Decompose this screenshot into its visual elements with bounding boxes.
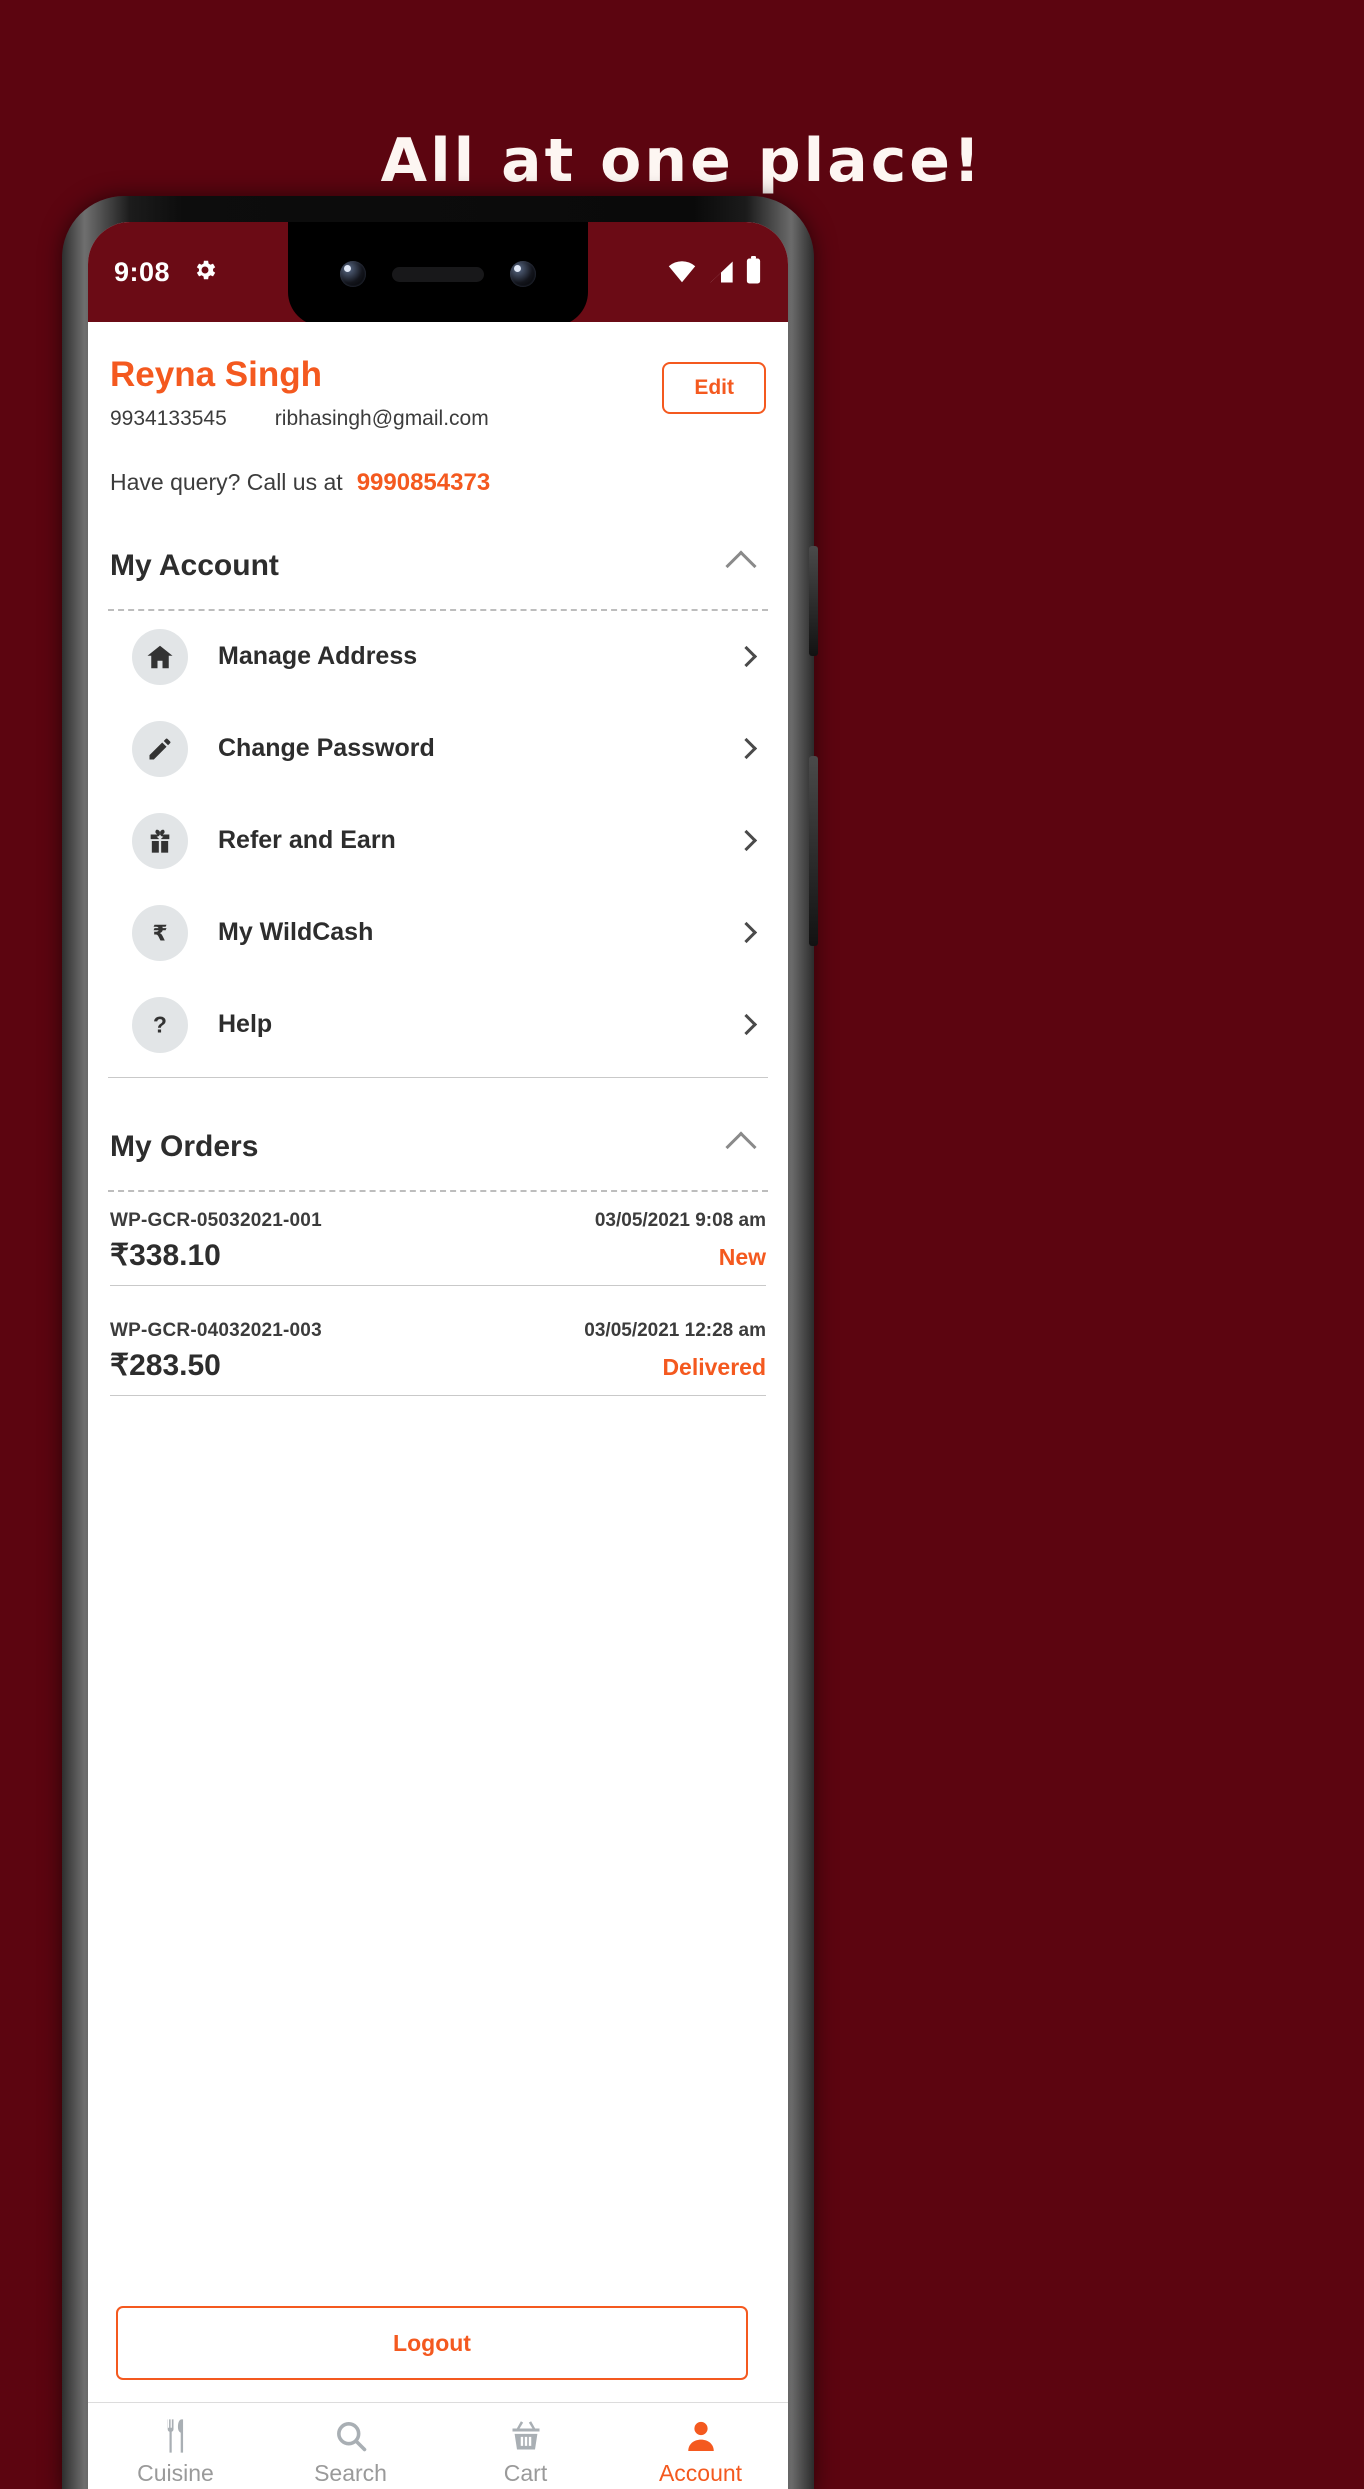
gift-icon (132, 812, 188, 869)
profile-info: Reyna Singh 9934133545 ribhasingh@gmail.… (110, 355, 489, 431)
tab-label: Cart (503, 2460, 548, 2486)
phone-notch (288, 222, 588, 326)
menu-item-manage-address[interactable]: Manage Address (108, 611, 768, 703)
tab-account[interactable]: Account (613, 2403, 788, 2489)
phone-mockup: 9:08 Reyna Singh 9934133545 ribhasingh@g… (62, 196, 818, 2489)
rupee-icon: ₹ (132, 904, 188, 961)
order-status-badge: Delivered (662, 1353, 766, 1380)
order-amount: ₹283.50 (110, 1348, 221, 1382)
cutlery-icon (159, 2418, 193, 2454)
menu-item-label: Change Password (218, 734, 435, 762)
order-status-badge: New (718, 1243, 766, 1270)
order-row[interactable]: WP-GCR-04032021-003 03/05/2021 12:28 am … (108, 1302, 768, 1412)
person-icon (683, 2418, 719, 2454)
chevron-right-icon (735, 737, 758, 760)
profile-phone: 9934133545 (110, 406, 227, 430)
question-mark-icon: ? (132, 996, 188, 1053)
search-icon (333, 2418, 369, 2454)
svg-text:?: ? (153, 1012, 167, 1038)
phone-side-button-volume (809, 546, 818, 656)
profile-email: ribhasingh@gmail.com (274, 406, 489, 430)
tab-cart[interactable]: Cart (438, 2403, 613, 2489)
order-date: 03/05/2021 12:28 am (584, 1319, 766, 1341)
account-page: Reyna Singh 9934133545 ribhasingh@gmail.… (88, 322, 788, 2489)
cell-signal-icon (707, 260, 735, 289)
promo-screenshot: All at one place! 9:08 Reyna Singh 99341… (0, 0, 1364, 2489)
home-icon (132, 628, 188, 685)
wifi-icon (667, 260, 697, 289)
order-date: 03/05/2021 9:08 am (594, 1209, 766, 1231)
menu-item-my-wildcash[interactable]: ₹ My WildCash (108, 887, 768, 979)
my-orders-section-header[interactable]: My Orders (110, 1130, 766, 1164)
battery-full-icon (745, 255, 762, 289)
divider-solid (108, 1076, 768, 1078)
chevron-up-icon[interactable] (725, 549, 757, 582)
status-bar-left: 9:08 (114, 257, 218, 288)
menu-item-label: My WildCash (218, 918, 374, 946)
menu-item-help[interactable]: ? Help (108, 979, 768, 1071)
order-amount: ₹338.10 (110, 1238, 221, 1272)
profile-contact: 9934133545 ribhasingh@gmail.com (110, 407, 489, 431)
my-account-title: My Account (110, 548, 279, 582)
status-bar: 9:08 (88, 222, 788, 326)
menu-item-change-password[interactable]: Change Password (108, 703, 768, 795)
front-camera-left-icon (340, 261, 366, 287)
chevron-right-icon (735, 1013, 758, 1036)
promo-headline: All at one place! (380, 126, 984, 196)
my-account-section-header[interactable]: My Account (110, 549, 766, 583)
tab-search[interactable]: Search (263, 2403, 438, 2489)
app-screen: 9:08 Reyna Singh 9934133545 ribhasingh@g… (88, 222, 788, 2489)
tab-label: Search (314, 2460, 387, 2486)
divider-solid (110, 1394, 766, 1396)
chevron-right-icon (735, 645, 758, 668)
my-account-menu: Manage Address Change Password Refer and… (108, 611, 768, 1071)
support-phone-number[interactable]: 9990854373 (357, 469, 490, 496)
menu-item-label: Help (218, 1010, 273, 1038)
pencil-icon (132, 720, 188, 777)
edit-profile-button[interactable]: Edit (662, 362, 766, 414)
my-orders-title: My Orders (110, 1129, 259, 1163)
divider-solid (110, 1284, 766, 1286)
order-row[interactable]: WP-GCR-05032021-001 03/05/2021 9:08 am ₹… (108, 1192, 768, 1302)
earpiece-speaker (392, 266, 484, 282)
bottom-tab-bar: Cuisine Search Cart Account (88, 2402, 788, 2489)
chevron-up-icon[interactable] (725, 1130, 757, 1163)
logout-button[interactable]: Logout (116, 2306, 748, 2380)
chevron-right-icon (735, 921, 758, 944)
tab-cuisine[interactable]: Cuisine (88, 2403, 263, 2489)
menu-item-label: Refer and Earn (218, 826, 396, 854)
menu-item-label: Manage Address (218, 642, 418, 670)
menu-item-refer-and-earn[interactable]: Refer and Earn (108, 795, 768, 887)
profile-name: Reyna Singh (110, 355, 322, 394)
chevron-right-icon (735, 829, 758, 852)
svg-text:₹: ₹ (152, 921, 167, 945)
tab-label: Cuisine (137, 2460, 214, 2486)
basket-icon (508, 2418, 544, 2454)
gear-icon (192, 257, 218, 288)
profile-header: Reyna Singh 9934133545 ribhasingh@gmail.… (108, 322, 768, 431)
front-camera-right-icon (510, 261, 536, 287)
support-query-text: Have query? Call us at (110, 468, 343, 495)
phone-side-button-power (809, 756, 818, 946)
order-id: WP-GCR-05032021-001 (110, 1209, 322, 1231)
phone-screen-area: 9:08 Reyna Singh 9934133545 ribhasingh@g… (88, 222, 788, 2489)
support-query-line: Have query? Call us at 9990854373 (110, 469, 766, 497)
status-bar-clock: 9:08 (114, 256, 171, 287)
tab-label: Account (658, 2460, 743, 2486)
orders-list: WP-GCR-05032021-001 03/05/2021 9:08 am ₹… (108, 1192, 768, 1412)
order-id: WP-GCR-04032021-003 (110, 1319, 322, 1341)
status-bar-right (667, 255, 762, 289)
